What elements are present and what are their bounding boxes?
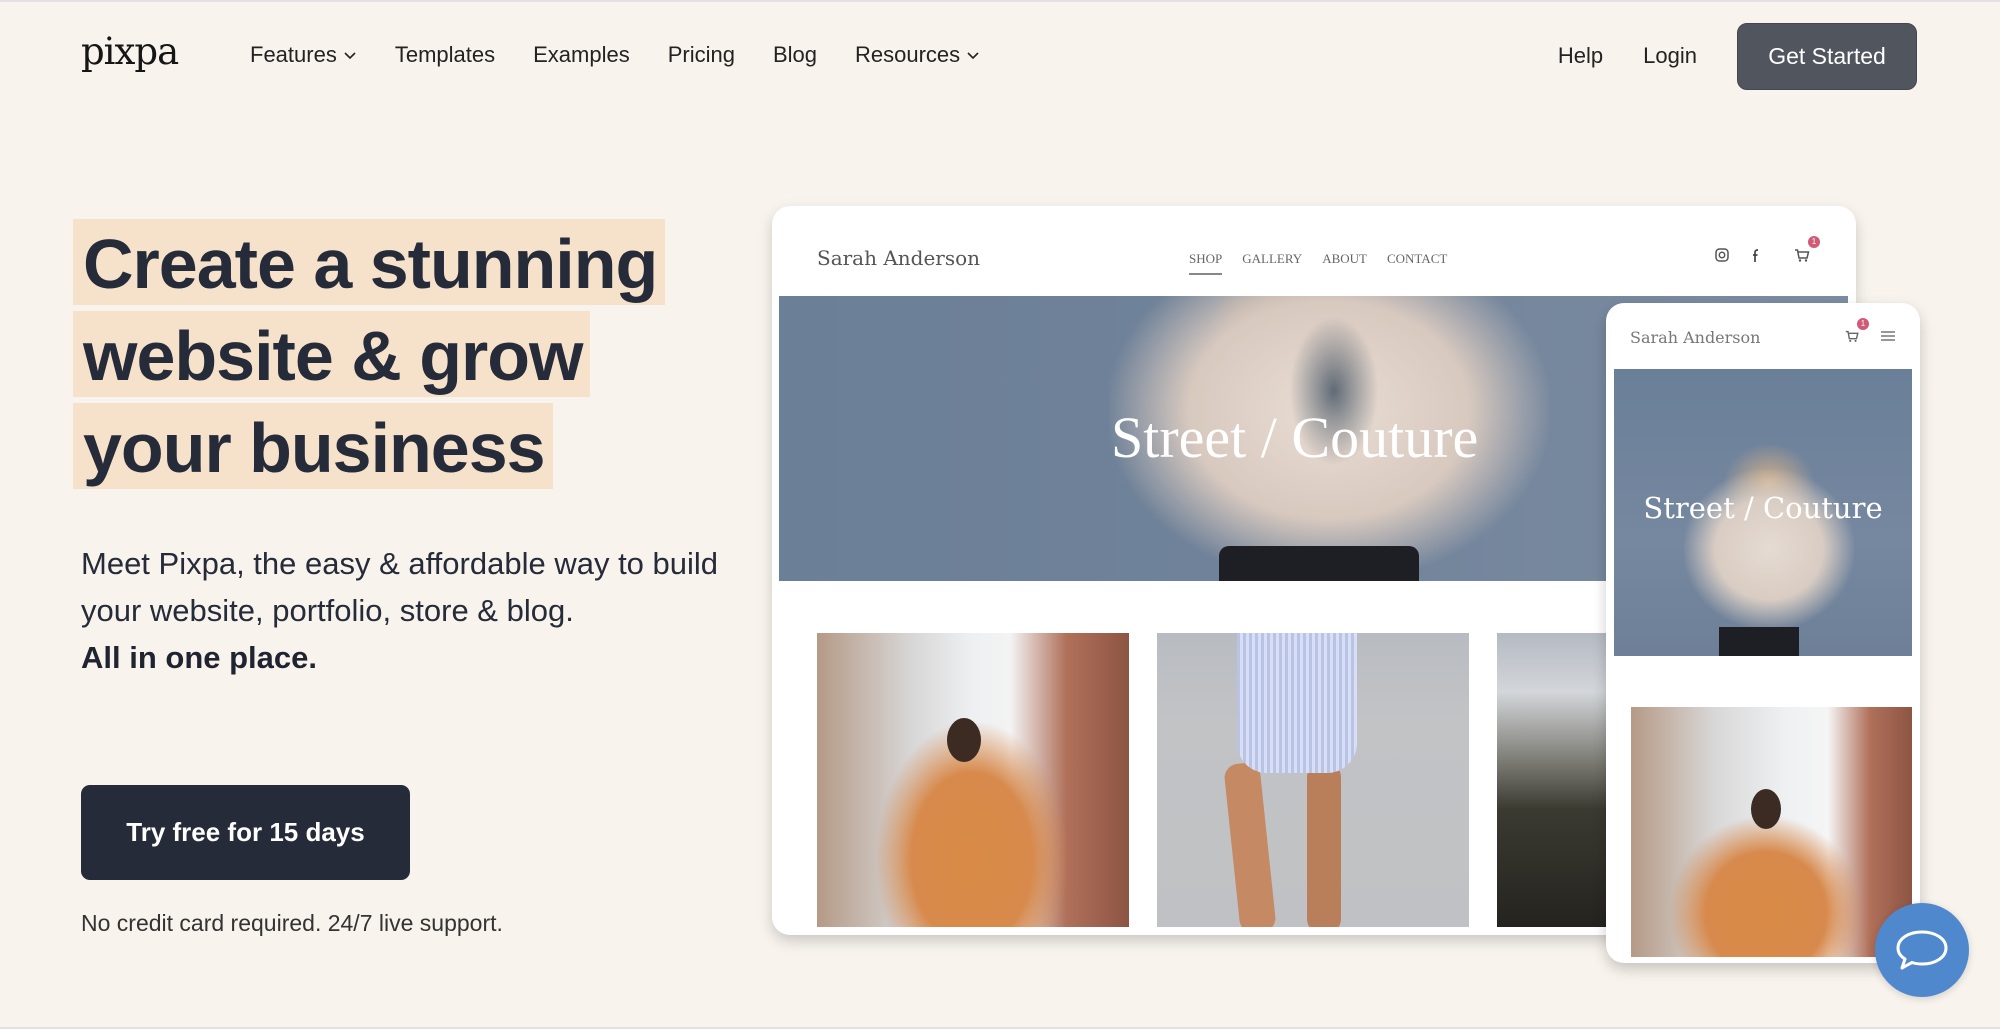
chat-bubble-icon [1896,930,1948,970]
mobile-hero-text: Street / Couture [1643,491,1883,525]
mockup-hero-text: Street / Couture [1111,405,1479,470]
model-leg [1307,763,1341,927]
gallery-image-street [1497,633,1607,927]
mobile-header-icons: 1 [1830,318,1896,344]
orange-dress [1671,817,1861,957]
subcopy-emphasis: All in one place. [81,640,317,675]
mockup-menu-item: ABOUT [1322,251,1367,266]
model-jeans [1719,627,1799,656]
live-chat-button[interactable] [1875,903,1969,997]
chevron-down-icon [344,52,356,60]
nav-resources-label: Resources [855,42,961,67]
cart-count-badge: 1 [1808,236,1820,248]
instagram-icon [1715,248,1729,262]
headline-line: website & grow [73,311,591,397]
nav-features-label: Features [250,42,337,67]
fineprint-text: No credit card required. 24/7 live suppo… [81,910,503,936]
mobile-site-title: Sarah Anderson [1630,328,1761,347]
headline-line: your business [73,403,553,489]
mobile-preview-mockup: Sarah Anderson 1 Street / Couture [1606,303,1920,963]
cart-button: 1 [1793,236,1820,264]
hero-headline: Create a stunning website & grow your bu… [73,219,666,495]
chevron-down-icon [967,52,979,60]
cart-icon [1845,330,1859,342]
mobile-gallery-image [1631,707,1912,957]
cart-icon [1795,249,1810,262]
model-head [947,718,981,762]
gallery-image-orange-dress [817,633,1129,927]
nav-resources[interactable]: Resources [855,42,980,68]
nav-features[interactable]: Features [250,42,357,68]
hero-subcopy: Meet Pixpa, the easy & affordable way to… [81,540,721,681]
mockup-menu-item: SHOP [1189,251,1223,275]
model-jeans [1219,546,1419,581]
nav-blog[interactable]: Blog [773,42,817,68]
mockup-menu-item: GALLERY [1242,251,1303,266]
facebook-icon [1753,249,1758,262]
mobile-cart: 1 [1844,318,1869,344]
top-navigation: pixpa Features Templates Examples Pricin… [0,0,2000,112]
subcopy-text: Meet Pixpa, the easy & affordable way to… [81,546,719,628]
headline-line: Create a stunning [73,219,666,305]
mockup-site-title: Sarah Anderson [817,246,981,270]
mobile-hero-image: Street / Couture [1614,369,1912,656]
cart-count-badge: 1 [1857,318,1869,330]
mockup-gallery [817,633,1635,927]
primary-nav: Features Templates Examples Pricing Blog… [250,42,1018,68]
mockup-social-icons: 1 [1699,236,1820,264]
nav-templates[interactable]: Templates [395,42,495,68]
get-started-button[interactable]: Get Started [1737,22,1917,90]
mockup-menu: SHOP GALLERY ABOUT CONTACT [1189,251,1467,275]
nav-help[interactable]: Help [1558,43,1603,69]
nav-login[interactable]: Login [1643,43,1697,69]
mockup-menu-item: CONTACT [1386,251,1448,266]
nav-pricing[interactable]: Pricing [668,42,735,68]
striped-shirt [1237,633,1357,773]
try-free-button[interactable]: Try free for 15 days [81,785,410,880]
nav-actions: Help Login Get Started [1558,22,2000,90]
hamburger-menu-icon [1881,331,1895,341]
nav-examples[interactable]: Examples [533,42,630,68]
model-leg [1223,761,1277,927]
gallery-image-striped-shirt [1157,633,1469,927]
model-head [1751,789,1781,829]
pixpa-logo[interactable]: pixpa [81,30,179,73]
